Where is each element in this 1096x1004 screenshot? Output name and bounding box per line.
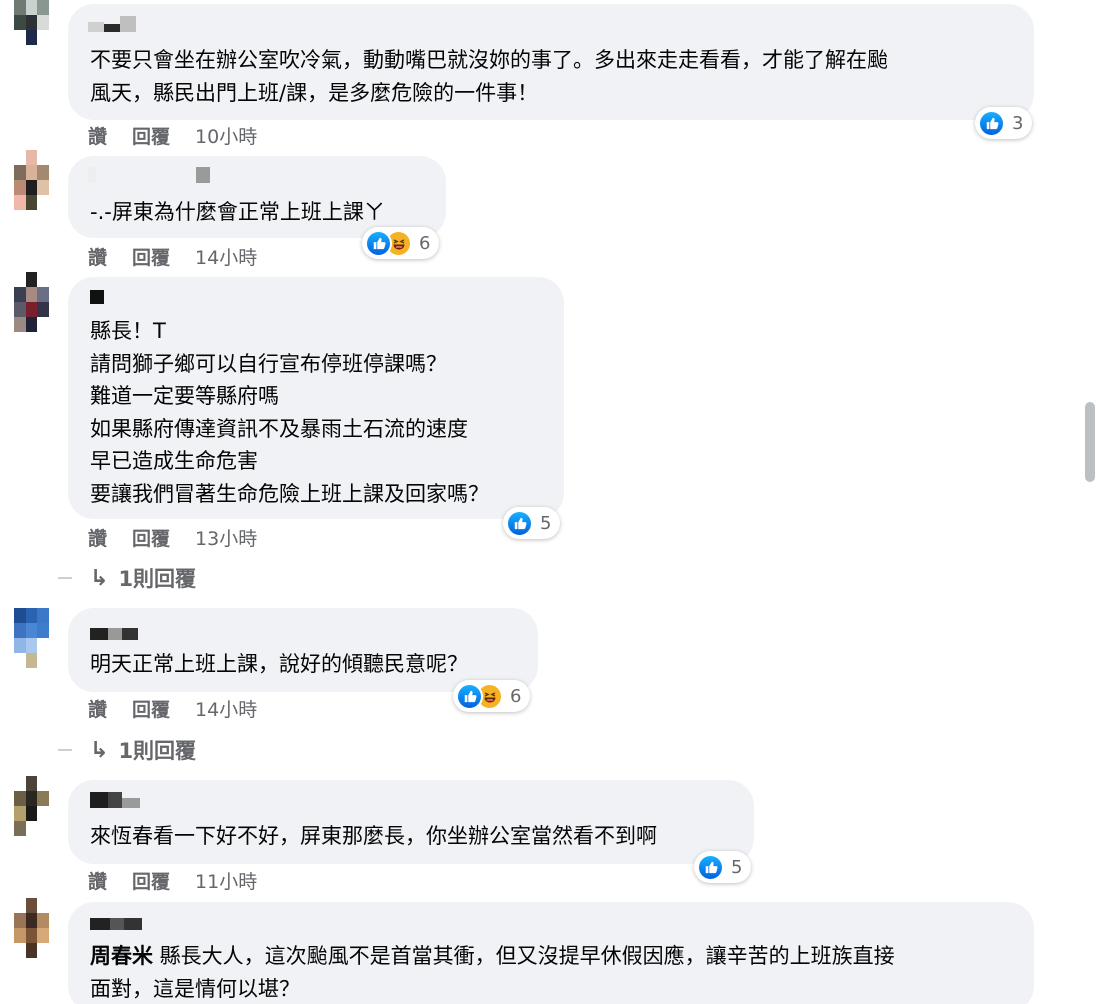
comment-text: -.-屏東為什麼會正常上班上課ㄚ xyxy=(90,200,385,224)
comment-timestamp[interactable]: 13小時 xyxy=(195,524,257,551)
reaction-summary[interactable]: 6 xyxy=(362,227,440,259)
reaction-summary[interactable]: 5 xyxy=(503,507,561,539)
comment-actions: 讚 回覆 14小時 xyxy=(88,243,257,270)
view-replies-link[interactable]: ↳ 1則回覆 xyxy=(58,735,196,765)
comment-text: 不要只會坐在辦公室吹冷氣，動動嘴巴就沒妳的事了。多出來走走看看，才能了解在颱 風… xyxy=(90,48,888,105)
reply-button[interactable]: 回覆 xyxy=(132,524,170,551)
avatar[interactable] xyxy=(14,776,60,836)
replies-count: 1則回覆 xyxy=(118,567,197,591)
reaction-count: 5 xyxy=(540,512,552,534)
comment-timestamp[interactable]: 10小時 xyxy=(195,122,257,149)
reply-button[interactable]: 回覆 xyxy=(132,867,170,894)
avatar[interactable] xyxy=(14,898,60,958)
comment-timestamp[interactable]: 14小時 xyxy=(195,243,257,270)
reaction-summary[interactable]: 5 xyxy=(694,851,752,883)
commenter-name[interactable] xyxy=(90,792,140,808)
like-button[interactable]: 讚 xyxy=(88,695,107,722)
reaction-count: 6 xyxy=(510,685,522,707)
thumbs-up-icon xyxy=(506,509,533,537)
avatar[interactable] xyxy=(14,150,60,210)
commenter-name[interactable] xyxy=(90,290,104,306)
reaction-count: 3 xyxy=(1012,112,1024,134)
thumbs-up-icon xyxy=(456,682,483,710)
comment-actions: 讚 回覆 13小時 xyxy=(88,524,257,551)
replies-count: 1則回覆 xyxy=(118,739,197,763)
comment-text: 縣長！T 請問獅子鄉可以自行宣布停班停課嗎？ 難道一定要等縣府嗎 如果縣府傳達資… xyxy=(90,319,489,506)
reply-arrow-icon: ↳ xyxy=(90,737,109,763)
comment-body: 縣長大人，這次颱風不是首當其衝，但又沒提早休假因應，讓辛苦的上班族直接 面對，這… xyxy=(90,944,895,1001)
commenter-name[interactable] xyxy=(88,16,136,32)
reaction-summary[interactable]: 3 xyxy=(975,107,1033,139)
reply-button[interactable]: 回覆 xyxy=(132,695,170,722)
reaction-summary[interactable]: 6 xyxy=(453,680,531,712)
comment-actions: 讚 回覆 14小時 xyxy=(88,695,257,722)
reply-button[interactable]: 回覆 xyxy=(132,122,170,149)
reply-button[interactable]: 回覆 xyxy=(132,243,170,270)
scrollbar-thumb[interactable] xyxy=(1085,402,1095,482)
reaction-count: 6 xyxy=(419,232,431,254)
comment-timestamp[interactable]: 14小時 xyxy=(195,695,257,722)
reaction-count: 5 xyxy=(731,856,743,878)
mention-link[interactable]: 周春米 xyxy=(90,944,153,968)
comment-actions: 讚 回覆 11小時 xyxy=(88,867,257,894)
thumbs-up-icon xyxy=(978,109,1005,137)
avatar[interactable] xyxy=(14,608,60,668)
avatar[interactable] xyxy=(14,0,60,45)
comment-text: 明天正常上班上課，說好的傾聽民意呢？ xyxy=(90,652,468,676)
like-button[interactable]: 讚 xyxy=(88,122,107,149)
view-replies-link[interactable]: ↳ 1則回覆 xyxy=(58,563,196,593)
like-button[interactable]: 讚 xyxy=(88,243,107,270)
commenter-name[interactable] xyxy=(88,167,210,183)
commenter-name[interactable] xyxy=(90,914,142,930)
comment-actions: 讚 回覆 10小時 xyxy=(88,122,257,149)
commenter-name[interactable] xyxy=(90,624,138,640)
thumbs-up-icon xyxy=(365,229,392,257)
comment-text: 來恆春看一下好不好，屏東那麼長，你坐辦公室當然看不到啊 xyxy=(90,824,657,848)
thread-line xyxy=(58,749,72,751)
reply-arrow-icon: ↳ xyxy=(90,565,109,591)
like-button[interactable]: 讚 xyxy=(88,524,107,551)
like-button[interactable]: 讚 xyxy=(88,867,107,894)
comment-timestamp[interactable]: 11小時 xyxy=(195,867,257,894)
thread-line xyxy=(58,577,72,579)
thumbs-up-icon xyxy=(697,853,724,881)
avatar[interactable] xyxy=(14,272,60,332)
comment-text: 周春米 縣長大人，這次颱風不是首當其衝，但又沒提早休假因應，讓辛苦的上班族直接 … xyxy=(90,940,895,1004)
